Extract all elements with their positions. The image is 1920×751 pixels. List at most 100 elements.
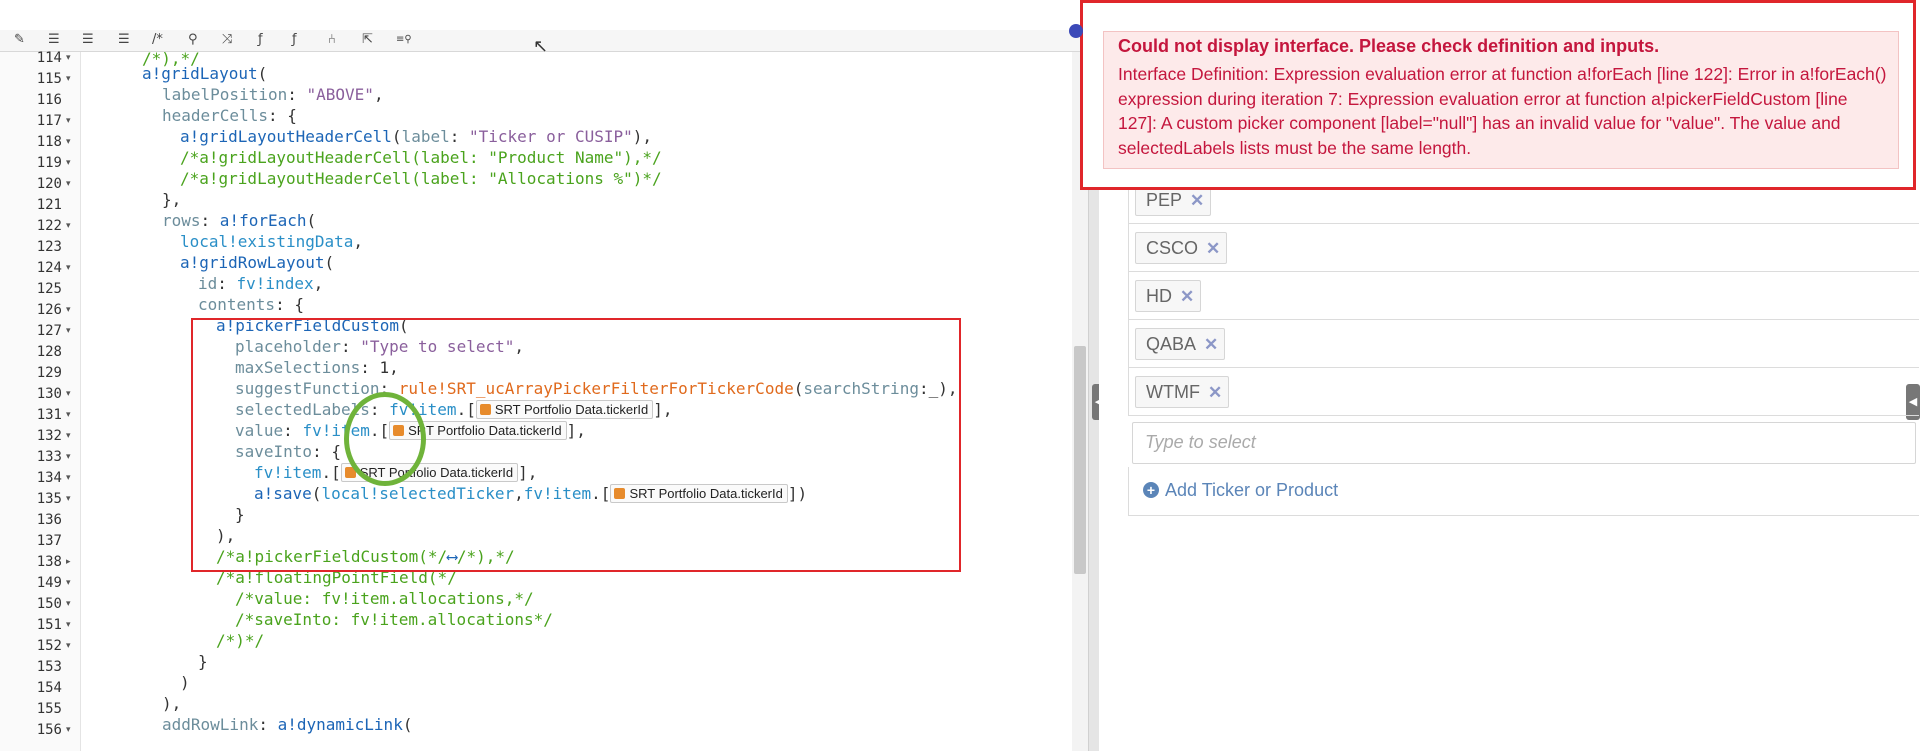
ticker-token: CSCO ✕ (1135, 232, 1228, 264)
tree-icon[interactable]: ⑃ (328, 32, 336, 48)
line-number: 118 (36, 134, 62, 150)
line-number: 137 (36, 533, 62, 549)
fold-toggle-icon[interactable]: ▾ (66, 48, 71, 69)
code-line-156: addRowLink: a!dynamicLink( (162, 715, 413, 734)
ticker-token: QABA ✕ (1135, 328, 1226, 360)
code-line-155: ), (162, 694, 182, 713)
error-title: Could not display interface. Please chec… (1118, 36, 1660, 56)
remove-token-icon[interactable]: ✕ (1190, 191, 1204, 210)
scrollbar-thumb[interactable] (1074, 346, 1086, 574)
line-number: 128 (36, 344, 62, 360)
fold-toggle-icon[interactable]: ▾ (66, 426, 71, 447)
code-line-118: a!gridLayoutHeaderCell(label: "Ticker or… (180, 127, 653, 146)
line-number: 150 (36, 596, 62, 612)
code-line-115: a!gridLayout( (142, 64, 268, 83)
code-line-151: /*saveInto: fv!item.allocations*/ (235, 610, 553, 629)
fold-toggle-icon[interactable]: ▾ (66, 321, 71, 342)
code-line-117: headerCells: { (162, 106, 297, 125)
fold-toggle-icon[interactable]: ▾ (66, 300, 71, 321)
grid-row: HD ✕ (1128, 271, 1919, 320)
code-line-116: labelPosition: "ABOVE", (162, 85, 384, 104)
fold-toggle-icon[interactable]: ▾ (66, 216, 71, 237)
fold-toggle-icon[interactable]: ▾ (66, 489, 71, 510)
list-icon[interactable]: ☰ (118, 32, 130, 48)
line-number: 155 (36, 701, 62, 717)
search-icon[interactable]: ⚲ (188, 32, 198, 48)
line-number: 136 (36, 512, 62, 528)
function-x-icon[interactable]: ƒ (258, 32, 263, 48)
line-number: 132 (36, 428, 62, 444)
grid-row: CSCO ✕ (1128, 223, 1919, 272)
line-number: 114 (36, 50, 62, 66)
fold-toggle-icon[interactable]: ▾ (66, 384, 71, 405)
line-number-gutter: 114 ▾ 115 ▾ 116 117 ▾ 118 ▾ 119 ▾ 120 ▾ 121 122 ▾ 123 124… (0, 50, 81, 751)
fold-toggle-icon[interactable]: ▾ (66, 132, 71, 153)
ticker-token: WTMF ✕ (1135, 376, 1230, 408)
line-number: 126 (36, 302, 62, 318)
indent-icon[interactable]: ☰ (82, 32, 94, 48)
line-number: 131 (36, 407, 62, 423)
fold-toggle-icon[interactable]: ▾ (66, 153, 71, 174)
ticker-token: HD ✕ (1135, 280, 1202, 312)
line-number: 122 (36, 218, 62, 234)
code-line-154: ) (180, 673, 190, 692)
function-alt-icon[interactable]: ƒ (292, 32, 297, 48)
shuffle-icon[interactable]: ⤨ (222, 32, 232, 48)
fold-toggle-icon[interactable]: ▾ (66, 405, 71, 426)
line-number: 154 (36, 680, 62, 696)
fold-toggle-icon[interactable]: ▾ (66, 636, 71, 657)
remove-token-icon[interactable]: ✕ (1208, 383, 1222, 402)
line-number: 125 (36, 281, 62, 297)
line-number: 156 (36, 722, 62, 738)
line-number: 130 (36, 386, 62, 402)
code-line-123: local!existingData, (180, 232, 364, 251)
annotation-circle (344, 392, 426, 486)
fold-toggle-icon[interactable]: ▾ (66, 447, 71, 468)
remove-token-icon[interactable]: ✕ (1180, 287, 1194, 306)
line-number: 117 (36, 113, 62, 129)
fold-toggle-icon[interactable]: ▾ (66, 69, 71, 90)
fold-toggle-icon[interactable]: ▾ (66, 258, 71, 279)
highlight-box (191, 318, 961, 572)
code-line-126: contents: { (198, 295, 304, 314)
fold-toggle-icon[interactable]: ▾ (66, 468, 71, 489)
export-icon[interactable]: ⇱ (362, 32, 373, 48)
zoom-text-icon[interactable]: ≡⚲ (396, 32, 412, 48)
line-number: 129 (36, 365, 62, 381)
fold-toggle-icon[interactable]: ▾ (66, 615, 71, 636)
code-line-121: }, (162, 190, 182, 209)
line-number: 153 (36, 659, 62, 675)
remove-token-icon[interactable]: ✕ (1206, 239, 1220, 258)
line-number: 121 (36, 197, 62, 213)
line-number: 134 (36, 470, 62, 486)
code-line-124: a!gridRowLayout( (180, 253, 335, 272)
fold-toggle-icon[interactable]: ▾ (66, 174, 71, 195)
picker-input[interactable]: Type to select (1132, 422, 1916, 464)
fold-toggle-icon[interactable]: ▾ (66, 594, 71, 615)
wrench-icon[interactable]: ✎ (14, 32, 25, 48)
comment-icon[interactable]: /* (152, 32, 163, 48)
code-line-119: /*a!gridLayoutHeaderCell(label: "Product… (180, 148, 662, 167)
line-number: 120 (36, 176, 62, 192)
info-icon[interactable] (1069, 24, 1083, 38)
line-number: 119 (36, 155, 62, 171)
line-number: 123 (36, 239, 62, 255)
error-message-panel: Could not display interface. Please chec… (1103, 31, 1899, 169)
fold-toggle-icon[interactable]: ▾ (66, 720, 71, 741)
code-line-150: /*value: fv!item.allocations,*/ (235, 589, 534, 608)
error-details: Interface Definition: Expression evaluat… (1118, 64, 1887, 158)
line-number: 138 (36, 554, 62, 570)
code-line-120: /*a!gridLayoutHeaderCell(label: "Allocat… (180, 169, 662, 188)
line-number: 127 (36, 323, 62, 339)
line-number: 133 (36, 449, 62, 465)
line-number: 115 (36, 71, 62, 87)
fold-toggle-icon[interactable]: ▸ (66, 552, 71, 573)
add-row-link[interactable]: + Add Ticker or Product (1128, 467, 1919, 516)
fold-toggle-icon[interactable]: ▾ (66, 111, 71, 132)
fold-toggle-icon[interactable]: ▾ (66, 573, 71, 594)
grid-row: WTMF ✕ (1128, 367, 1919, 416)
remove-token-icon[interactable]: ✕ (1204, 335, 1218, 354)
outdent-icon[interactable]: ☰ (48, 32, 60, 48)
code-line-153: } (198, 652, 208, 671)
error-highlight-box: Could not display interface. Please chec… (1080, 0, 1916, 190)
